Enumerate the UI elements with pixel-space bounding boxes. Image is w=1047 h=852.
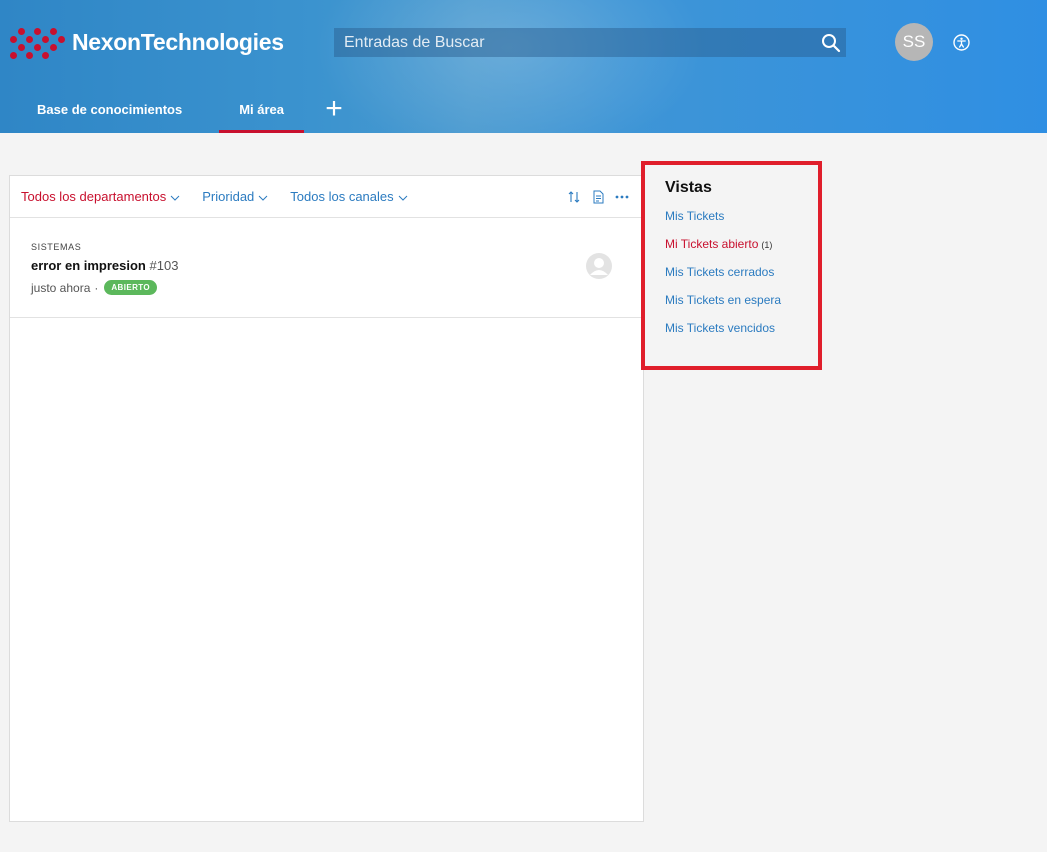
nav-knowledge-base[interactable]: Base de conocimientos [0,85,219,133]
view-my-tickets[interactable]: Mis Tickets [665,207,818,235]
add-tab-button[interactable]: + [304,85,364,133]
view-label: Mi Tickets abierto [665,237,759,251]
chevron-down-icon [258,189,268,204]
views-title: Vistas [665,179,712,196]
nav-my-area[interactable]: Mi área [219,85,304,133]
ticket-row[interactable]: SISTEMAS error en impresion #103 justo a… [10,218,643,318]
priority-filter-label: Prioridad [202,189,255,204]
status-badge: ABIERTO [104,280,158,295]
channels-filter-label: Todos los canales [290,189,394,204]
chevron-down-icon [398,189,408,204]
view-label: Mis Tickets en espera [665,293,782,307]
ticket-subject[interactable]: error en impresion [31,258,146,273]
search-bar [334,28,846,57]
assignee-avatar-icon[interactable] [586,253,612,279]
ticket-toolbar: Todos los departamentos Prioridad Todos … [10,176,643,218]
ticket-time: justo ahora [31,280,91,295]
accessibility-icon[interactable] [953,34,970,51]
view-label: Mis Tickets cerrados [665,265,775,279]
export-document-icon[interactable] [586,185,610,209]
ticket-list-panel: Todos los departamentos Prioridad Todos … [9,175,644,822]
search-input[interactable] [334,28,816,57]
chevron-down-icon [170,189,180,204]
department-filter-label: Todos los departamentos [21,189,167,204]
view-my-open-tickets[interactable]: Mi Tickets abierto (1) [665,235,818,263]
more-options-icon[interactable] [610,185,634,209]
search-icon[interactable] [816,28,846,57]
channels-filter[interactable]: Todos los canales [290,189,407,204]
view-my-overdue-tickets[interactable]: Mis Tickets vencidos [665,319,818,347]
view-count: (1) [761,240,773,250]
ticket-department: SISTEMAS [31,242,82,252]
app-header: NexonTechnologies SS Base de conocimient… [0,0,1047,133]
ticket-meta: justo ahora · ABIERTO [31,280,643,295]
priority-filter[interactable]: Prioridad [202,189,268,204]
user-avatar[interactable]: SS [895,23,933,61]
logo-dots-icon [8,22,66,62]
view-label: Mis Tickets [665,209,725,223]
main-nav: Base de conocimientos Mi área + [0,85,364,133]
meta-separator: · [94,280,99,295]
brand-logo[interactable]: NexonTechnologies [8,22,284,62]
toolbar-actions [562,176,634,218]
department-filter[interactable]: Todos los departamentos [21,189,180,204]
view-label: Mis Tickets vencidos [665,321,776,335]
views-panel: Vistas Mis Tickets Mi Tickets abierto (1)… [641,161,822,370]
view-my-closed-tickets[interactable]: Mis Tickets cerrados [665,263,818,291]
brand-name: NexonTechnologies [72,28,284,55]
ticket-number: #103 [149,258,179,273]
view-my-on-hold-tickets[interactable]: Mis Tickets en espera [665,291,818,319]
ticket-subject-line: error en impresion #103 [31,258,643,273]
sort-icon[interactable] [562,185,586,209]
